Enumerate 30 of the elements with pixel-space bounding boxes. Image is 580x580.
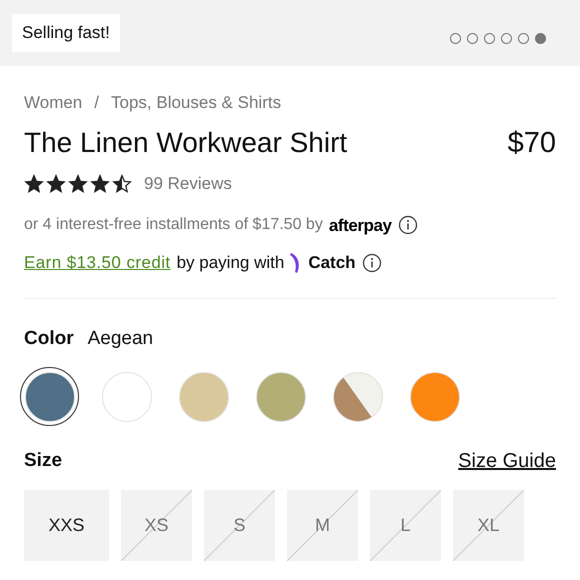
- reviews-link[interactable]: 99 Reviews: [144, 171, 232, 196]
- installments-text: or 4 interest-free installments of $17.50 by: [24, 215, 323, 236]
- size-guide-link[interactable]: Size Guide: [458, 446, 556, 476]
- size-option[interactable]: XL: [453, 490, 524, 561]
- info-icon[interactable]: [362, 252, 382, 273]
- color-swatch[interactable]: [20, 367, 79, 426]
- product-price: $70: [508, 126, 556, 160]
- size-option[interactable]: XXS: [24, 490, 109, 561]
- star-icon: [24, 174, 44, 194]
- size-label: Size: [24, 448, 62, 473]
- size-option[interactable]: S: [204, 490, 275, 561]
- size-option[interactable]: XS: [121, 490, 192, 561]
- earn-credit-link[interactable]: Earn $13.50 credit: [24, 250, 171, 276]
- star-icon: [90, 174, 110, 194]
- star-icon: [68, 174, 88, 194]
- size-option[interactable]: M: [287, 490, 358, 561]
- breadcrumb-separator: /: [94, 92, 99, 114]
- breadcrumb-link[interactable]: Tops, Blouses & Shirts: [111, 90, 282, 116]
- product-title: The Linen Workwear Shirt: [24, 126, 348, 160]
- selling-fast-badge: Selling fast!: [12, 14, 120, 52]
- size-option[interactable]: L: [370, 490, 441, 561]
- color-label: Color: [24, 326, 74, 350]
- catch-text: by paying with: [176, 252, 284, 274]
- star-icon: [46, 174, 66, 194]
- catch-logo: Catch: [308, 252, 356, 274]
- afterpay-logo: afterpay: [328, 214, 392, 236]
- star-icon: [112, 174, 132, 194]
- breadcrumb-link[interactable]: Women: [24, 90, 82, 116]
- info-icon[interactable]: [398, 215, 418, 236]
- color-value: Aegean: [88, 326, 154, 350]
